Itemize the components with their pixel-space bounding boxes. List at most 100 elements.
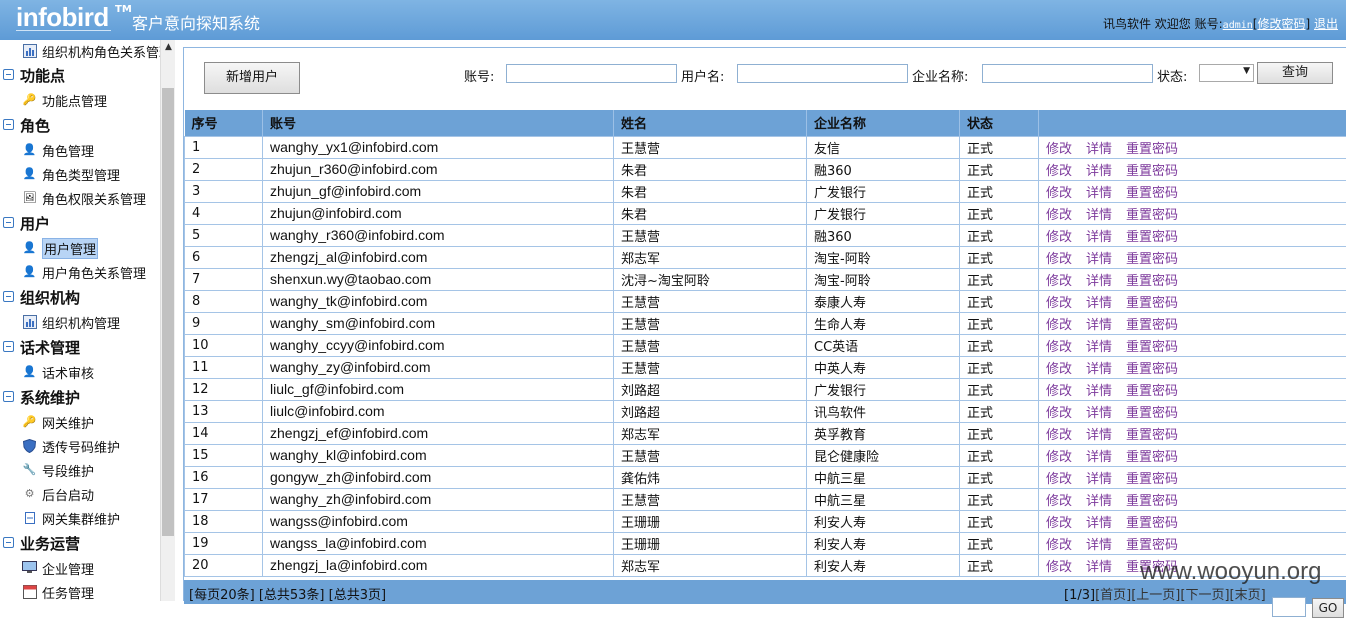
reset-password-link[interactable]: 重置密码 xyxy=(1126,164,1178,179)
account-name[interactable]: admin xyxy=(1223,20,1253,31)
edit-link[interactable]: 修改 xyxy=(1046,208,1072,223)
edit-link[interactable]: 修改 xyxy=(1046,274,1072,289)
reset-password-link[interactable]: 重置密码 xyxy=(1126,274,1178,289)
edit-link[interactable]: 修改 xyxy=(1046,164,1072,179)
reset-password-link[interactable]: 重置密码 xyxy=(1126,186,1178,201)
edit-link[interactable]: 修改 xyxy=(1046,472,1072,487)
edit-link[interactable]: 修改 xyxy=(1046,560,1072,575)
reset-password-link[interactable]: 重置密码 xyxy=(1126,406,1178,421)
detail-link[interactable]: 详情 xyxy=(1086,472,1112,487)
query-button[interactable]: 查询 xyxy=(1257,62,1333,84)
sidebar-scrollbar[interactable]: ▲ xyxy=(160,40,175,601)
detail-link[interactable]: 详情 xyxy=(1086,560,1112,575)
reset-password-link[interactable]: 重置密码 xyxy=(1126,516,1178,531)
detail-link[interactable]: 详情 xyxy=(1086,318,1112,333)
cell-account: wanghy_r360@infobird.com xyxy=(263,224,614,246)
cell-status: 正式 xyxy=(960,268,1039,290)
table-row: 2zhujun_r360@infobird.com朱君融360正式修改详情重置密… xyxy=(185,158,1346,180)
reset-password-link[interactable]: 重置密码 xyxy=(1126,296,1178,311)
username-filter-input[interactable] xyxy=(737,64,908,83)
detail-link[interactable]: 详情 xyxy=(1086,384,1112,399)
change-password-link[interactable]: 修改密码 xyxy=(1257,17,1305,31)
detail-link[interactable]: 详情 xyxy=(1086,428,1112,443)
reset-password-link[interactable]: 重置密码 xyxy=(1126,142,1178,157)
company-filter-input[interactable] xyxy=(982,64,1153,83)
edit-link[interactable]: 修改 xyxy=(1046,340,1072,355)
edit-link[interactable]: 修改 xyxy=(1046,450,1072,465)
cell-status: 正式 xyxy=(960,334,1039,356)
collapse-icon[interactable] xyxy=(3,391,14,402)
user-icon: 👤 xyxy=(22,264,37,279)
edit-link[interactable]: 修改 xyxy=(1046,538,1072,553)
edit-link[interactable]: 修改 xyxy=(1046,362,1072,377)
detail-link[interactable]: 详情 xyxy=(1086,186,1112,201)
detail-link[interactable]: 详情 xyxy=(1086,538,1112,553)
detail-link[interactable]: 详情 xyxy=(1086,362,1112,377)
collapse-icon[interactable] xyxy=(3,291,14,302)
edit-link[interactable]: 修改 xyxy=(1046,252,1072,267)
collapse-icon[interactable] xyxy=(3,341,14,352)
edit-link[interactable]: 修改 xyxy=(1046,230,1072,245)
edit-link[interactable]: 修改 xyxy=(1046,494,1072,509)
detail-link[interactable]: 详情 xyxy=(1086,164,1112,179)
reset-password-link[interactable]: 重置密码 xyxy=(1126,208,1178,223)
edit-link[interactable]: 修改 xyxy=(1046,318,1072,333)
go-button[interactable]: GO xyxy=(1312,598,1344,618)
edit-link[interactable]: 修改 xyxy=(1046,384,1072,399)
edit-link[interactable]: 修改 xyxy=(1046,428,1072,443)
reset-password-link[interactable]: 重置密码 xyxy=(1126,340,1178,355)
detail-link[interactable]: 详情 xyxy=(1086,208,1112,223)
reset-password-link[interactable]: 重置密码 xyxy=(1126,318,1178,333)
edit-link[interactable]: 修改 xyxy=(1046,406,1072,421)
table-row: 18wangss@infobird.com王珊珊利安人寿正式修改详情重置密码 xyxy=(185,510,1346,532)
detail-link[interactable]: 详情 xyxy=(1086,142,1112,157)
reset-password-link[interactable]: 重置密码 xyxy=(1126,428,1178,443)
cell-name: 刘路超 xyxy=(614,378,807,400)
status-filter-select[interactable]: ▼ xyxy=(1199,64,1254,82)
detail-link[interactable]: 详情 xyxy=(1086,450,1112,465)
detail-link[interactable]: 详情 xyxy=(1086,274,1112,289)
user-icon: 👤 xyxy=(22,166,37,181)
reset-password-link[interactable]: 重置密码 xyxy=(1126,252,1178,267)
detail-link[interactable]: 详情 xyxy=(1086,252,1112,267)
reset-password-link[interactable]: 重置密码 xyxy=(1126,362,1178,377)
table-row: 11wanghy_zy@infobird.com王慧营中英人寿正式修改详情重置密… xyxy=(185,356,1346,378)
detail-link[interactable]: 详情 xyxy=(1086,296,1112,311)
detail-link[interactable]: 详情 xyxy=(1086,340,1112,355)
cell-actions: 修改详情重置密码 xyxy=(1039,422,1346,444)
edit-link[interactable]: 修改 xyxy=(1046,296,1072,311)
logout-link[interactable]: 退出 xyxy=(1314,17,1338,31)
reset-password-link[interactable]: 重置密码 xyxy=(1126,450,1178,465)
collapse-icon[interactable] xyxy=(3,69,14,80)
scroll-up-arrow-icon[interactable]: ▲ xyxy=(161,40,176,55)
account-filter-input[interactable] xyxy=(506,64,677,83)
cell-actions: 修改详情重置密码 xyxy=(1039,466,1346,488)
col-header-index: 序号 xyxy=(185,110,263,136)
edit-link[interactable]: 修改 xyxy=(1046,142,1072,157)
reset-password-link[interactable]: 重置密码 xyxy=(1126,538,1178,553)
detail-link[interactable]: 详情 xyxy=(1086,406,1112,421)
edit-link[interactable]: 修改 xyxy=(1046,186,1072,201)
reset-password-link[interactable]: 重置密码 xyxy=(1126,230,1178,245)
reset-password-link[interactable]: 重置密码 xyxy=(1126,494,1178,509)
page-number-input[interactable] xyxy=(1272,597,1306,617)
detail-link[interactable]: 详情 xyxy=(1086,516,1112,531)
cell-company: 淘宝-阿聆 xyxy=(807,246,960,268)
edit-link[interactable]: 修改 xyxy=(1046,516,1072,531)
cell-name: 郑志军 xyxy=(614,422,807,444)
cell-actions: 修改详情重置密码 xyxy=(1039,180,1346,202)
key-icon: 🔑 xyxy=(22,414,37,429)
reset-password-link[interactable]: 重置密码 xyxy=(1126,472,1178,487)
reset-password-link[interactable]: 重置密码 xyxy=(1126,384,1178,399)
cell-account: zhujun_r360@infobird.com xyxy=(263,158,614,180)
collapse-icon[interactable] xyxy=(3,217,14,228)
collapse-icon[interactable] xyxy=(3,119,14,130)
detail-link[interactable]: 详情 xyxy=(1086,230,1112,245)
scroll-thumb[interactable] xyxy=(162,88,174,536)
cell-index: 11 xyxy=(185,356,263,378)
collapse-icon[interactable] xyxy=(3,537,14,548)
cell-company: 讯鸟软件 xyxy=(807,400,960,422)
detail-link[interactable]: 详情 xyxy=(1086,494,1112,509)
new-user-button[interactable]: 新增用户 xyxy=(204,62,300,94)
table-row: 12liulc_gf@infobird.com刘路超广发银行正式修改详情重置密码 xyxy=(185,378,1346,400)
